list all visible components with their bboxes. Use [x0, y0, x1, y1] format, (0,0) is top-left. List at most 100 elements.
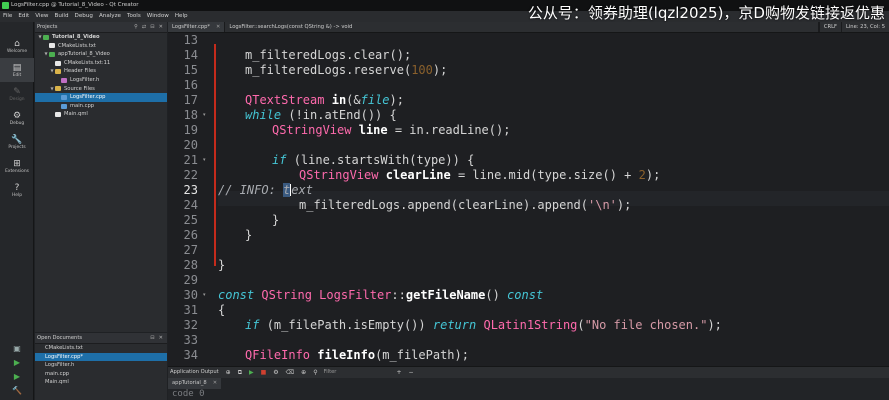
edit-icon: ▤: [12, 62, 22, 73]
copy-icon[interactable]: ⧉: [238, 367, 242, 378]
search-icon[interactable]: ⚲: [313, 367, 317, 378]
code-line-30: const QString LogsFilter::getFileName() …: [218, 288, 544, 302]
split-icon[interactable]: ⊟: [150, 333, 154, 343]
symbol-selector[interactable]: LogsFilter::searchLogs(const QString &) …: [225, 22, 819, 32]
help-icon: ?: [14, 182, 20, 193]
open-doc-item[interactable]: LogsFilter.cpp*: [35, 352, 167, 362]
open-documents-header: Open Documents ⊟ ✕: [35, 333, 167, 344]
tree-item-cmakelists-11[interactable]: CMakeLists.txt:11: [35, 59, 167, 68]
tree-item-cmakelists[interactable]: CMakeLists.txt: [35, 42, 167, 51]
mode-label: Projects: [8, 144, 26, 150]
menu-view[interactable]: View: [35, 11, 48, 22]
fold-arrow-icon[interactable]: ▾: [203, 112, 206, 118]
line-number: 28: [183, 258, 198, 272]
application-output-toolbar: Application Output ⊕ ⧉ ▶ ■ ⚙ ⌫ ⊕ ⚲ Filte…: [168, 367, 889, 378]
menu-analyze[interactable]: Analyze: [99, 11, 121, 22]
line-ending-selector[interactable]: CRLF: [818, 22, 841, 32]
code-line-22: QStringView clearLine = line.mid(type.si…: [299, 168, 661, 182]
fold-arrow-icon[interactable]: ▾: [203, 292, 206, 298]
open-doc-item[interactable]: Main.qml: [35, 378, 167, 387]
line-number: 17: [183, 93, 198, 107]
line-number: 32: [183, 318, 198, 332]
menu-help[interactable]: Help: [175, 11, 188, 22]
line-number: 29: [183, 273, 198, 287]
code-line-25: }: [272, 213, 280, 227]
output-tab[interactable]: appTutorial_8 ✕: [168, 378, 222, 389]
mode-label: Debug: [9, 120, 25, 126]
kit-selector-icon[interactable]: ▣: [0, 344, 34, 353]
output-filter-input[interactable]: Filter: [324, 367, 337, 378]
mode-selector: ⌂ Welcome ▤ Edit ✎ Design ⚙ Debug 🔧 Proj…: [0, 22, 34, 400]
line-number: 23: [183, 183, 198, 197]
symbol-label: LogsFilter::searchLogs(const QString &) …: [229, 23, 353, 30]
link-icon[interactable]: ⇄: [142, 22, 146, 32]
line-number: 26: [183, 228, 198, 242]
menu-edit[interactable]: Edit: [18, 11, 29, 22]
mode-help[interactable]: ? Help: [0, 178, 34, 202]
line-number: 24: [183, 198, 198, 212]
mode-label: Extensions: [5, 168, 29, 174]
zoom-in-icon[interactable]: ⊕: [301, 367, 306, 378]
line-number: 19: [183, 123, 198, 137]
tree-item-logsfilter-h[interactable]: LogsFilter.h: [35, 76, 167, 85]
tree-item-label: CMakeLists.txt:11: [64, 59, 111, 66]
mode-debug[interactable]: ⚙ Debug: [0, 106, 34, 130]
editor-toolbar: LogsFilter.cpp* ✕ LogsFilter::searchLogs…: [168, 22, 889, 33]
filter-icon[interactable]: ⚲: [134, 22, 138, 32]
tree-item-main-cpp[interactable]: main.cpp: [35, 102, 167, 111]
menu-file[interactable]: File: [3, 11, 12, 22]
mode-design[interactable]: ✎ Design: [0, 82, 34, 106]
menu-window[interactable]: Window: [147, 11, 169, 22]
open-doc-item[interactable]: main.cpp: [35, 370, 167, 379]
menu-tools[interactable]: Tools: [127, 11, 141, 22]
line-number-gutter: 13 14 15 16 17 18 ▾ 19 20 21 ▾ 22 23 24 25 26 27 28 29 30 ▾ 3…: [168, 33, 208, 366]
code-line-26: }: [245, 228, 253, 242]
mode-welcome[interactable]: ⌂ Welcome: [0, 34, 34, 58]
projects-pane-header: Projects ⚲ ⇄ ⊟ ✕: [35, 22, 167, 33]
debug-run-icon[interactable]: ▶: [0, 372, 34, 381]
minimize-icon[interactable]: −: [408, 367, 413, 378]
mode-label: Edit: [12, 72, 22, 78]
stop-icon[interactable]: ■: [261, 367, 267, 378]
line-number: 15: [183, 63, 198, 77]
tree-item-logsfilter-cpp[interactable]: LogsFilter.cpp: [35, 93, 167, 102]
close-tab-icon[interactable]: ✕: [213, 378, 217, 389]
tree-item-source-files[interactable]: ▼ Source Files: [35, 85, 167, 94]
tree-item-label: appTutorial_8_Video: [58, 51, 110, 58]
run-icon[interactable]: ▶: [0, 358, 34, 367]
tree-item-main-qml[interactable]: Main.qml: [35, 110, 167, 119]
file-tab[interactable]: LogsFilter.cpp* ✕: [168, 22, 226, 33]
rerun-icon[interactable]: ▶: [249, 367, 254, 378]
open-doc-item[interactable]: CMakeLists.txt: [35, 344, 167, 353]
project-icon: [43, 34, 49, 40]
fold-arrow-icon[interactable]: ▾: [203, 157, 206, 163]
tree-item-header-files[interactable]: ▼ Header Files: [35, 67, 167, 76]
code-line-24: m_filteredLogs.append(clearLine).append(…: [299, 198, 632, 212]
mode-projects[interactable]: 🔧 Projects: [0, 130, 34, 154]
tree-item-project[interactable]: ▼ Tutorial_8_Video: [35, 33, 167, 42]
attach-icon[interactable]: ⊕: [226, 367, 231, 378]
split-icon[interactable]: ⊟: [150, 22, 154, 32]
open-doc-item[interactable]: LogsFilter.h: [35, 361, 167, 370]
mode-extensions[interactable]: ⊞ Extensions: [0, 154, 34, 178]
build-icon[interactable]: 🔨: [0, 386, 34, 395]
close-icon[interactable]: ✕: [159, 22, 163, 32]
menu-build[interactable]: Build: [55, 11, 69, 22]
code-line-17: QTextStream in(&file);: [245, 93, 404, 107]
line-number: 18: [183, 108, 198, 122]
settings-icon[interactable]: ⚙: [273, 367, 278, 378]
close-tab-icon[interactable]: ✕: [216, 22, 220, 33]
tree-item-target[interactable]: ▼ appTutorial_8_Video: [35, 50, 167, 59]
code-line-28: }: [218, 258, 226, 272]
line-number: 27: [183, 243, 198, 257]
line-number: 34: [183, 348, 198, 362]
code-area[interactable]: m_filteredLogs.clear(); m_filteredLogs.r…: [218, 33, 889, 366]
menu-debug[interactable]: Debug: [75, 11, 93, 22]
mode-edit[interactable]: ▤ Edit: [0, 58, 34, 82]
clear-icon[interactable]: ⌫: [286, 367, 294, 378]
close-icon[interactable]: ✕: [159, 333, 163, 343]
qt-creator-icon: [2, 2, 9, 9]
add-icon[interactable]: +: [396, 367, 401, 378]
header-file-icon: [61, 77, 67, 83]
home-icon: ⌂: [14, 38, 20, 49]
